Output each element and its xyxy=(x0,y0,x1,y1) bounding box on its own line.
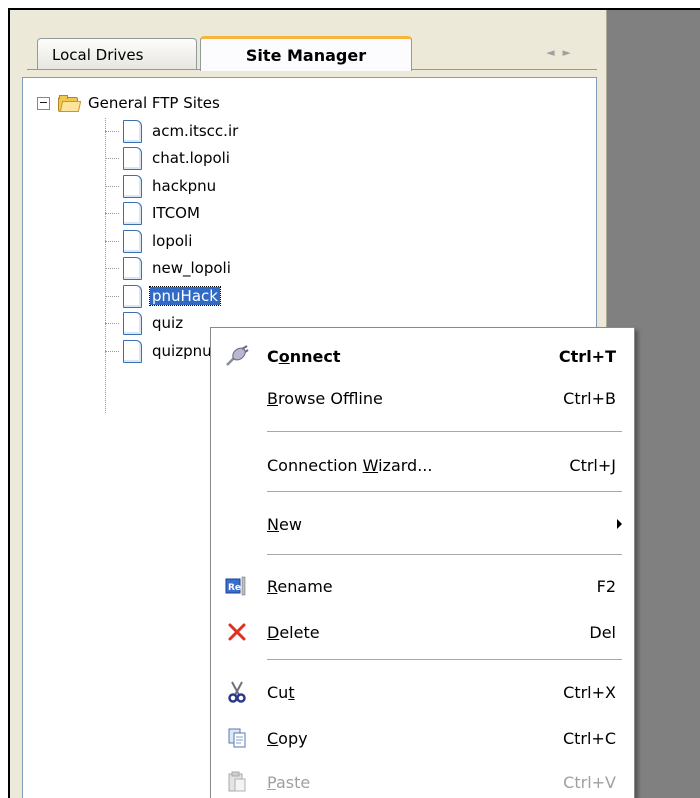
menu-item-label: Rename xyxy=(267,576,333,596)
tree-item-label: chat.lopoli xyxy=(152,149,230,167)
menu-separator xyxy=(267,554,622,555)
tree-item-label: ITCOM xyxy=(152,204,200,222)
menu-item-delete[interactable]: Delete Del xyxy=(211,612,634,652)
menu-item-label: Connect xyxy=(267,346,341,366)
delete-x-icon xyxy=(211,622,263,642)
tree-item-lopoli[interactable]: lopoli xyxy=(105,228,194,254)
tree-item-hackpnu[interactable]: hackpnu xyxy=(105,173,218,199)
tree-root-general-ftp-sites[interactable]: − General FTP Sites xyxy=(37,90,222,116)
tree-item-new-lopoli[interactable]: new_lopoli xyxy=(105,255,233,281)
menu-item-connect[interactable]: Connect Ctrl+T xyxy=(211,336,634,376)
site-document-icon xyxy=(123,339,142,363)
tree-item-label: hackpnu xyxy=(152,177,217,195)
tree-item-label: acm.itscc.ir xyxy=(152,122,239,140)
tree-item-quiz[interactable]: quiz xyxy=(105,310,185,336)
menu-item-label: Cut xyxy=(267,682,295,702)
site-document-icon xyxy=(123,174,142,198)
tab-site-manager[interactable]: Site Manager xyxy=(200,36,412,71)
submenu-arrow-icon xyxy=(617,519,622,529)
svg-text:Re: Re xyxy=(228,583,241,593)
menu-item-shortcut: Ctrl+C xyxy=(562,728,616,748)
tree-item-itcom[interactable]: ITCOM xyxy=(105,200,202,226)
tree-item-label: pnuHack xyxy=(149,286,221,306)
menu-item-shortcut: Ctrl+B xyxy=(563,388,616,408)
tree-root-label: General FTP Sites xyxy=(88,94,220,112)
menu-item-new[interactable]: New xyxy=(211,504,634,544)
menu-item-copy[interactable]: Copy Ctrl+C xyxy=(211,718,634,758)
tree-item-quizpnu[interactable]: quizpnu xyxy=(105,338,214,364)
menu-separator xyxy=(267,431,622,432)
menu-item-label: Browse Offline xyxy=(267,388,383,408)
menu-item-shortcut: Ctrl+T xyxy=(558,346,616,366)
menu-separator xyxy=(267,491,622,492)
site-document-icon xyxy=(123,284,142,308)
menu-item-label: Copy xyxy=(267,728,308,748)
site-document-icon xyxy=(123,119,142,143)
menu-item-shortcut: Ctrl+V xyxy=(563,772,616,792)
menu-item-rename[interactable]: Re Rename F2 xyxy=(211,566,634,606)
copy-icon xyxy=(211,727,263,749)
scissors-icon xyxy=(211,681,263,703)
menu-item-shortcut: Del xyxy=(589,622,616,642)
tree-item-chat-lopoli[interactable]: chat.lopoli xyxy=(105,145,232,171)
menu-item-label: Delete xyxy=(267,622,320,642)
menu-item-label: Paste xyxy=(267,772,311,792)
menu-item-label: Connection Wizard... xyxy=(267,455,433,475)
plug-icon xyxy=(211,345,263,367)
menu-item-connection-wizard[interactable]: Connection Wizard... Ctrl+J xyxy=(211,445,634,485)
tab-scroll-arrows[interactable]: ◄► xyxy=(546,46,579,59)
context-menu: Connect Ctrl+T Browse Offline Ctrl+B Con… xyxy=(210,327,635,798)
tab-local-drives-label: Local Drives xyxy=(52,45,144,64)
paste-icon xyxy=(211,771,263,793)
collapse-icon[interactable]: − xyxy=(37,96,50,110)
menu-item-paste[interactable]: Paste Ctrl+V xyxy=(211,762,634,798)
site-document-icon xyxy=(123,146,142,170)
menu-item-shortcut: Ctrl+X xyxy=(563,682,616,702)
tree-item-label: lopoli xyxy=(152,232,193,250)
tab-bar: Local Drives Site Manager ◄► xyxy=(10,10,607,71)
tab-site-manager-label: Site Manager xyxy=(245,45,367,65)
menu-item-cut[interactable]: Cut Ctrl+X xyxy=(211,672,634,712)
tree-item-label: new_lopoli xyxy=(152,259,231,277)
tab-local-drives[interactable]: Local Drives xyxy=(37,38,197,70)
menu-separator xyxy=(267,659,622,660)
tree-item-acm-itscc[interactable]: acm.itscc.ir xyxy=(105,118,240,144)
menu-item-shortcut: F2 xyxy=(596,576,616,596)
site-document-icon xyxy=(123,229,142,253)
menu-item-shortcut: Ctrl+J xyxy=(569,455,616,475)
tree-item-label: quiz xyxy=(152,314,184,332)
folder-open-icon xyxy=(58,94,82,112)
tree-item-label: quizpnu xyxy=(152,342,212,360)
menu-item-browse-offline[interactable]: Browse Offline Ctrl+B xyxy=(211,378,634,418)
site-document-icon xyxy=(123,201,142,225)
site-document-icon xyxy=(123,311,142,335)
site-document-icon xyxy=(123,256,142,280)
menu-item-label: New xyxy=(267,514,302,534)
rename-icon: Re xyxy=(211,576,263,596)
tree-item-pnuhack[interactable]: pnuHack xyxy=(105,283,221,309)
